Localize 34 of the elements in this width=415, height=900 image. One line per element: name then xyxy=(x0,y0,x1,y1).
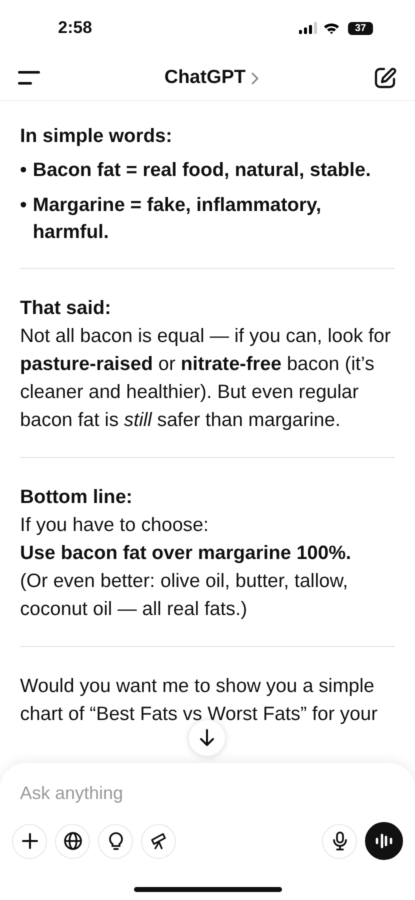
bullet-text: Margarine = fake, inflammatory, harmful. xyxy=(32,194,322,245)
wifi-icon xyxy=(323,22,340,34)
microphone-button[interactable] xyxy=(322,824,357,858)
paragraph: (Or even better: olive oil, butter, tallow, coconut oil — all real fats.) xyxy=(20,570,349,622)
telescope-button[interactable] xyxy=(141,824,176,858)
bullet-marker: • xyxy=(20,194,27,218)
telescope-icon xyxy=(148,831,168,851)
menu-icon[interactable] xyxy=(18,71,40,85)
battery-icon: 37 xyxy=(348,22,373,34)
paragraph: Use bacon fat over margarine 100%. xyxy=(20,542,352,566)
section-heading: Bottom line: xyxy=(20,486,134,510)
section-heading: In simple words: xyxy=(20,125,174,149)
bullet-text: Bacon fat = real food, natural, stable. xyxy=(32,159,371,183)
signal-icon xyxy=(299,22,317,34)
new-chat-icon[interactable] xyxy=(373,66,397,90)
add-button[interactable] xyxy=(12,824,47,858)
section-heading: That said: xyxy=(20,297,112,321)
lightbulb-button[interactable] xyxy=(98,824,133,858)
voice-mode-icon xyxy=(374,833,394,849)
model-title-button[interactable]: ChatGPT xyxy=(164,67,259,89)
globe-icon xyxy=(62,831,82,851)
paragraph: Not all bacon is equal — if you can, look for pasture-raised or nitrate-free bacon (it’s cleaner and healthier). But even regular bacon fat is still safer than margarine. xyxy=(20,325,392,433)
chevron-right-icon xyxy=(250,72,259,84)
microphone-icon xyxy=(332,831,348,851)
paragraph: If you have to choose: xyxy=(20,514,210,538)
bullet-marker: • xyxy=(20,159,27,183)
status-time: 2:58 xyxy=(58,18,92,38)
lightbulb-icon xyxy=(106,831,124,851)
globe-button[interactable] xyxy=(55,824,90,858)
scroll-down-button[interactable] xyxy=(188,719,226,757)
arrow-down-icon xyxy=(198,728,216,748)
add-icon xyxy=(20,832,38,850)
voice-mode-button[interactable] xyxy=(365,822,403,860)
paragraph: Would you want me to show you a simple chart of “Best Fats vs Worst Fats” for your xyxy=(20,675,379,727)
